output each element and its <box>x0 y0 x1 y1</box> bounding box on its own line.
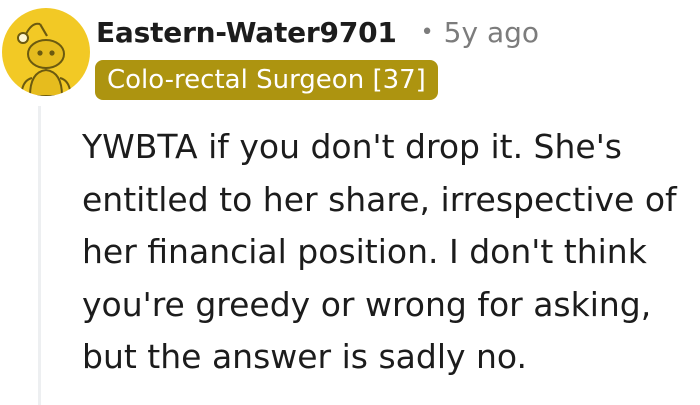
separator-dot: • <box>420 19 434 45</box>
comment: Eastern-Water9701 • 5y ago Colo-rectal S… <box>0 0 700 405</box>
comment-body-text: YWBTA if you don't drop it. She's entitl… <box>82 127 677 376</box>
timestamp-link[interactable]: 5y ago <box>444 16 539 49</box>
thread-collapse-line[interactable] <box>38 106 41 405</box>
reddit-snoo-avatar-icon <box>17 22 71 96</box>
comment-header: Eastern-Water9701 • 5y ago <box>96 10 539 54</box>
username-link[interactable]: Eastern-Water9701 <box>96 16 397 49</box>
user-avatar[interactable] <box>2 8 90 96</box>
user-flair-badge: Colo-rectal Surgeon [37] <box>95 60 438 100</box>
